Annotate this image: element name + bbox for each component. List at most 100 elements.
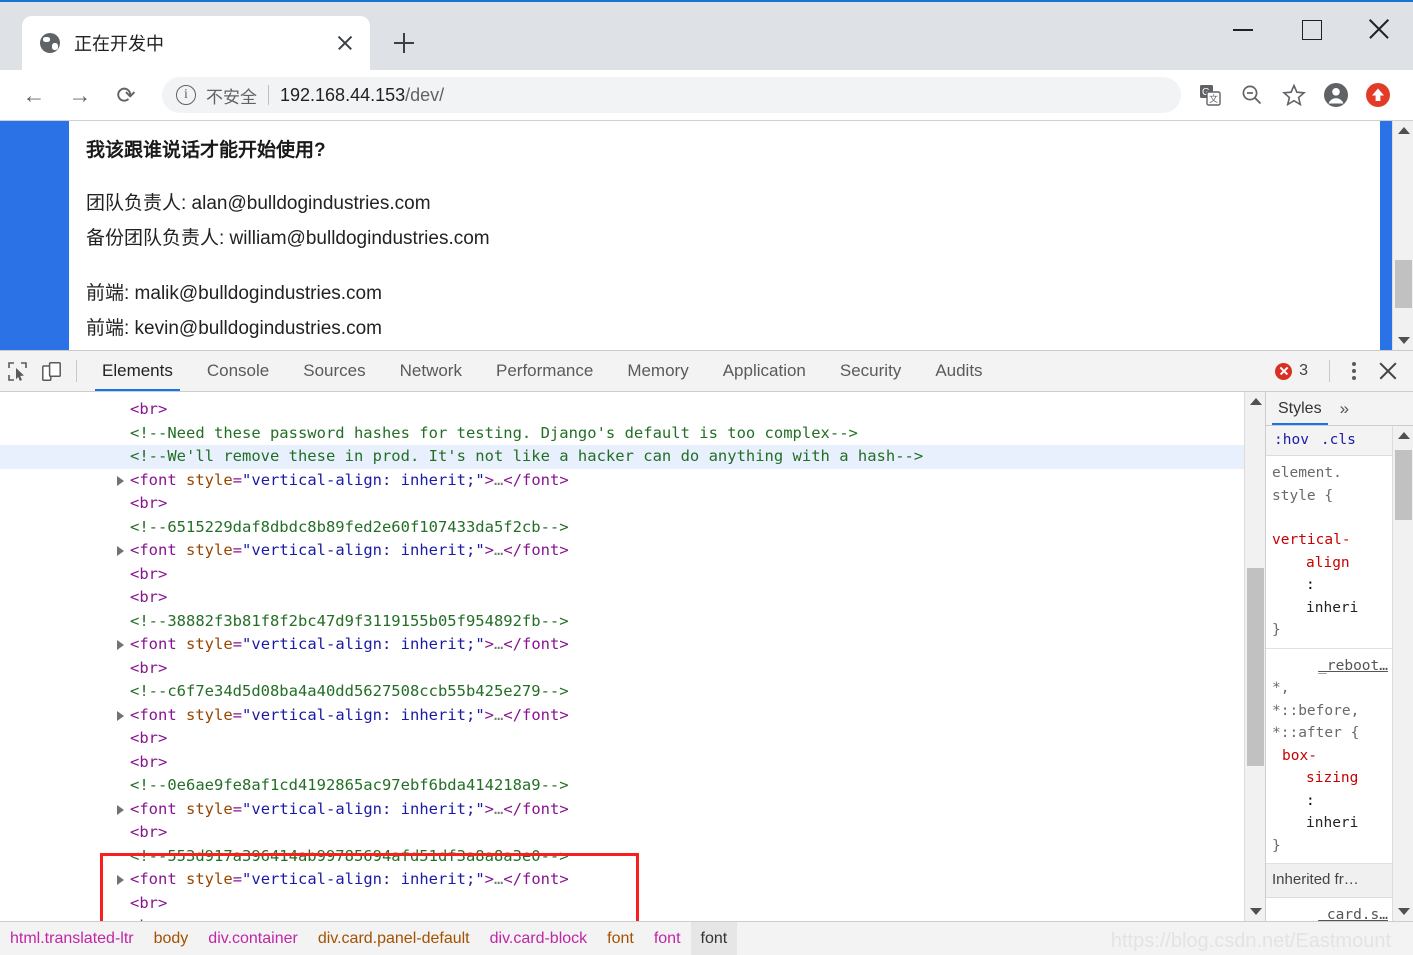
- breadcrumb-item[interactable]: html.translated-ltr: [0, 922, 144, 955]
- rule-property[interactable]: box-: [1272, 745, 1392, 768]
- rule-value[interactable]: inheri: [1272, 597, 1392, 620]
- dom-node[interactable]: <!--553d917a396414ab99785694afd51df3a8a8…: [0, 845, 1244, 869]
- update-available-icon[interactable]: [1357, 74, 1399, 116]
- rule-value[interactable]: inheri: [1272, 812, 1392, 835]
- rule-selector: element. style {: [1272, 465, 1342, 504]
- tab-network[interactable]: Network: [383, 351, 479, 391]
- scroll-down-icon[interactable]: [1393, 331, 1413, 350]
- hover-state-toggle[interactable]: :hov: [1274, 429, 1309, 452]
- dom-node[interactable]: <!--0e6ae9fe8af1cd4192865ac97ebf6bda4142…: [0, 774, 1244, 798]
- dom-node[interactable]: <br>: [0, 751, 1244, 775]
- breadcrumb-item[interactable]: font: [690, 922, 738, 955]
- breadcrumb-item[interactable]: div.card.panel-default: [308, 922, 480, 955]
- devtools-close-icon[interactable]: [1373, 356, 1403, 386]
- inspect-element-icon[interactable]: [0, 351, 34, 391]
- dom-tree-pane[interactable]: <br> <!--Need these password hashes for t…: [0, 392, 1244, 921]
- styles-scrollbar[interactable]: [1392, 426, 1413, 921]
- expand-triangle-icon[interactable]: [117, 475, 124, 486]
- tab-elements[interactable]: Elements: [85, 351, 190, 391]
- dom-node[interactable]: <font style="vertical-align: inherit;">……: [0, 798, 1244, 822]
- device-toolbar-icon[interactable]: [34, 351, 68, 391]
- dom-node[interactable]: <br>: [0, 563, 1244, 587]
- reload-button[interactable]: ⟳: [106, 75, 146, 115]
- minimize-button[interactable]: [1209, 2, 1277, 56]
- rule-property[interactable]: vertical-: [1272, 529, 1392, 552]
- page-viewport: 我该跟谁说话才能开始使用? 团队负责人: alan@bulldogindustr…: [0, 120, 1413, 350]
- new-tab-button[interactable]: [386, 25, 422, 61]
- maximize-button[interactable]: [1277, 2, 1345, 56]
- dom-node[interactable]: <font style="vertical-align: inherit;">……: [0, 868, 1244, 892]
- dom-node-text: <!--6515229daf8dbdc8b89fed2e60f107433da5…: [130, 517, 569, 536]
- close-icon[interactable]: [332, 30, 358, 56]
- dom-node[interactable]: <!--Need these password hashes for testi…: [0, 422, 1244, 446]
- scroll-down-icon[interactable]: [1393, 902, 1413, 921]
- devtools-toolbar: Elements Console Sources Network Perform…: [0, 351, 1413, 392]
- dom-node[interactable]: <!--38882f3b81f8f2bc47d9f3119155b05f9548…: [0, 610, 1244, 634]
- tab-security[interactable]: Security: [823, 351, 918, 391]
- style-rule-inherited[interactable]: _card.s… .card {: [1266, 898, 1392, 922]
- translate-icon[interactable]: G文: [1189, 74, 1231, 116]
- style-rule[interactable]: _reboot… *, *::before, *::after { box- siz…: [1266, 649, 1392, 864]
- class-toggle[interactable]: .cls: [1321, 429, 1356, 452]
- breadcrumb-item[interactable]: div.container: [198, 922, 308, 955]
- url-path: /dev/: [405, 84, 445, 105]
- style-rule[interactable]: element. style { vertical- align : inheri…: [1266, 456, 1392, 649]
- dom-node[interactable]: <br>: [0, 657, 1244, 681]
- dom-node[interactable]: <!--6515229daf8dbdc8b89fed2e60f107433da5…: [0, 516, 1244, 540]
- rule-source-link[interactable]: _card.s…: [1272, 904, 1392, 922]
- breadcrumb-item[interactable]: font: [644, 922, 691, 955]
- dom-node[interactable]: <br>: [0, 492, 1244, 516]
- page-scrollbar[interactable]: [1392, 121, 1413, 350]
- rule-source-link[interactable]: _reboot…: [1272, 655, 1392, 678]
- url-text: 192.168.44.153/dev/: [280, 85, 444, 106]
- address-bar[interactable]: i 不安全 192.168.44.153/dev/: [162, 77, 1181, 113]
- more-options-icon[interactable]: [1341, 358, 1367, 384]
- breadcrumb-item[interactable]: div.card-block: [480, 922, 598, 955]
- dom-node[interactable]: <!--c6f7e34d5d08ba4a40dd5627508ccb55b425…: [0, 680, 1244, 704]
- expand-triangle-icon[interactable]: [117, 875, 124, 885]
- dom-node[interactable]: <font style="vertical-align: inherit;">……: [0, 469, 1244, 493]
- dom-node[interactable]: <br>: [0, 821, 1244, 845]
- expand-triangle-icon[interactable]: [117, 804, 124, 815]
- scroll-up-icon[interactable]: [1393, 426, 1413, 445]
- dom-node[interactable]: <font style="vertical-align: inherit;">……: [0, 704, 1244, 728]
- tab-application[interactable]: Application: [706, 351, 823, 391]
- dom-node[interactable]: <!--We'll remove these in prod. It's not…: [0, 445, 1244, 469]
- dom-node[interactable]: <br>: [0, 892, 1244, 916]
- breadcrumb-item[interactable]: font: [597, 922, 644, 955]
- globe-icon: [40, 33, 60, 53]
- tab-console[interactable]: Console: [190, 351, 286, 391]
- browser-tab[interactable]: 正在开发中: [22, 16, 370, 70]
- site-info-icon[interactable]: i: [176, 85, 196, 105]
- back-button[interactable]: ←: [14, 75, 54, 115]
- forward-button[interactable]: →: [60, 75, 100, 115]
- scrollbar-thumb[interactable]: [1395, 450, 1412, 520]
- zoom-out-icon[interactable]: [1231, 74, 1273, 116]
- expand-triangle-icon[interactable]: [117, 710, 124, 721]
- scrollbar-thumb[interactable]: [1247, 568, 1264, 766]
- breadcrumb-item[interactable]: body: [144, 922, 199, 955]
- scroll-up-icon[interactable]: [1245, 392, 1266, 411]
- dom-node[interactable]: <font style="vertical-align: inherit;">……: [0, 633, 1244, 657]
- window-close-button[interactable]: [1345, 2, 1413, 56]
- scroll-up-icon[interactable]: [1393, 121, 1413, 140]
- tab-audits[interactable]: Audits: [918, 351, 999, 391]
- dom-node[interactable]: <br>: [0, 398, 1244, 422]
- bookmark-star-icon[interactable]: [1273, 74, 1315, 116]
- expand-triangle-icon[interactable]: [117, 640, 124, 650]
- dom-node[interactable]: <font style="vertical-align: inherit;">……: [0, 539, 1244, 563]
- error-count-badge[interactable]: 3: [1275, 362, 1308, 380]
- dom-node-text: <br>: [130, 588, 168, 606]
- dom-node[interactable]: <br>: [0, 586, 1244, 610]
- scrollbar-thumb[interactable]: [1395, 260, 1412, 308]
- dom-tree-scrollbar[interactable]: [1244, 392, 1265, 921]
- dom-node[interactable]: <br>: [0, 727, 1244, 751]
- tab-styles[interactable]: Styles: [1266, 392, 1332, 425]
- more-tabs-icon[interactable]: »: [1332, 399, 1357, 419]
- expand-triangle-icon[interactable]: [117, 546, 124, 556]
- scroll-down-icon[interactable]: [1245, 902, 1266, 921]
- tab-memory[interactable]: Memory: [610, 351, 705, 391]
- tab-sources[interactable]: Sources: [286, 351, 382, 391]
- tab-performance[interactable]: Performance: [479, 351, 610, 391]
- profile-avatar-icon[interactable]: [1315, 74, 1357, 116]
